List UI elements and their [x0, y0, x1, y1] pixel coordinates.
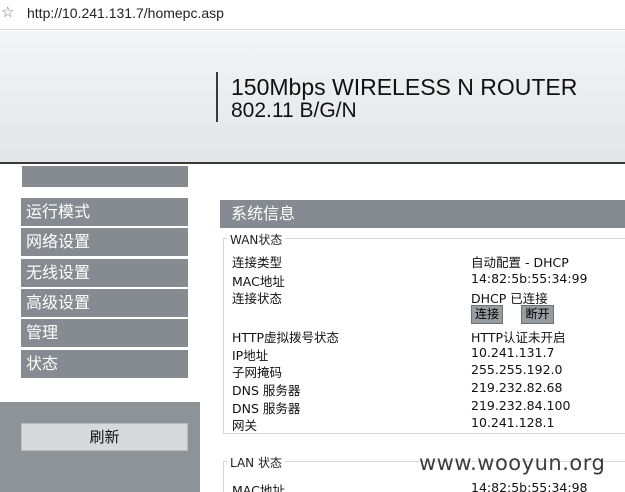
wan-dns1-label: DNS 服务器: [232, 383, 301, 398]
wan-dns1-value: 219.232.82.68: [471, 380, 563, 395]
wan-status-label: 连接状态: [232, 291, 283, 306]
left-nav-pane: 运行模式 网络设置 无线设置 高级设置 管理 状态 刷新: [0, 166, 200, 492]
wan-dns2-value: 219.232.84.100: [471, 398, 571, 413]
nav-item-advanced[interactable]: 高级设置: [21, 289, 188, 317]
browser-address-bar: ☆ http://10.241.131.7/homepc.asp: [0, 0, 625, 30]
lan-mac-value: 14:82:5b:55:34:98: [471, 480, 588, 492]
banner-subtitle: 802.11 B/G/N: [231, 99, 357, 122]
banner-divider: [216, 72, 218, 122]
nav-item-management[interactable]: 管理: [21, 319, 188, 347]
http-dial-label: HTTP虚拟拨号状态: [232, 330, 339, 345]
connect-button[interactable]: 连接: [471, 305, 503, 324]
refresh-button[interactable]: 刷新: [21, 423, 188, 451]
watermark: www.wooyun.org: [419, 451, 606, 475]
wan-subnet-label: 子网掩码: [232, 365, 283, 380]
http-dial-value: HTTP认证未开启: [471, 330, 566, 345]
disconnect-button[interactable]: 断开: [521, 305, 554, 324]
system-info-header: 系统信息: [220, 200, 625, 228]
wan-connection-type-value: 自动配置 - DHCP: [471, 255, 569, 270]
main-nav: 运行模式 网络设置 无线设置 高级设置 管理 状态: [0, 198, 200, 384]
router-banner: 150Mbps WIRELESS N ROUTER 802.11 B/G/N: [0, 31, 625, 164]
nav-item-status[interactable]: 状态: [21, 350, 188, 378]
nav-item-network[interactable]: 网络设置: [21, 228, 188, 256]
wan-status-group: WAN状态 连接类型 自动配置 - DHCP MAC地址 14:82:5b:55…: [223, 231, 625, 434]
wan-mac-value: 14:82:5b:55:34:99: [471, 271, 588, 286]
url-field[interactable]: http://10.241.131.7/homepc.asp: [27, 5, 224, 21]
main-content: 系统信息 WAN状态 连接类型 自动配置 - DHCP MAC地址 14:82:…: [218, 166, 625, 492]
lan-mac-label: MAC地址: [232, 483, 285, 492]
wan-gateway-value: 10.241.128.1: [471, 415, 555, 430]
nav-item-run-mode[interactable]: 运行模式: [21, 198, 188, 226]
banner-title: 150Mbps WIRELESS N ROUTER: [231, 74, 578, 100]
wan-gateway-label: 网关: [232, 418, 258, 433]
lan-status-legend: LAN 状态: [227, 454, 285, 471]
bookmark-star-icon[interactable]: ☆: [1, 3, 14, 21]
wan-ip-value: 10.241.131.7: [471, 345, 555, 360]
left-nav-footer: 刷新: [0, 402, 200, 492]
wan-subnet-value: 255.255.192.0: [471, 362, 563, 377]
nav-item-wireless[interactable]: 无线设置: [21, 259, 188, 287]
wan-status-legend: WAN状态: [227, 231, 286, 248]
wan-connection-type-label: 连接类型: [232, 255, 283, 270]
left-nav-top-bar: [22, 166, 188, 187]
